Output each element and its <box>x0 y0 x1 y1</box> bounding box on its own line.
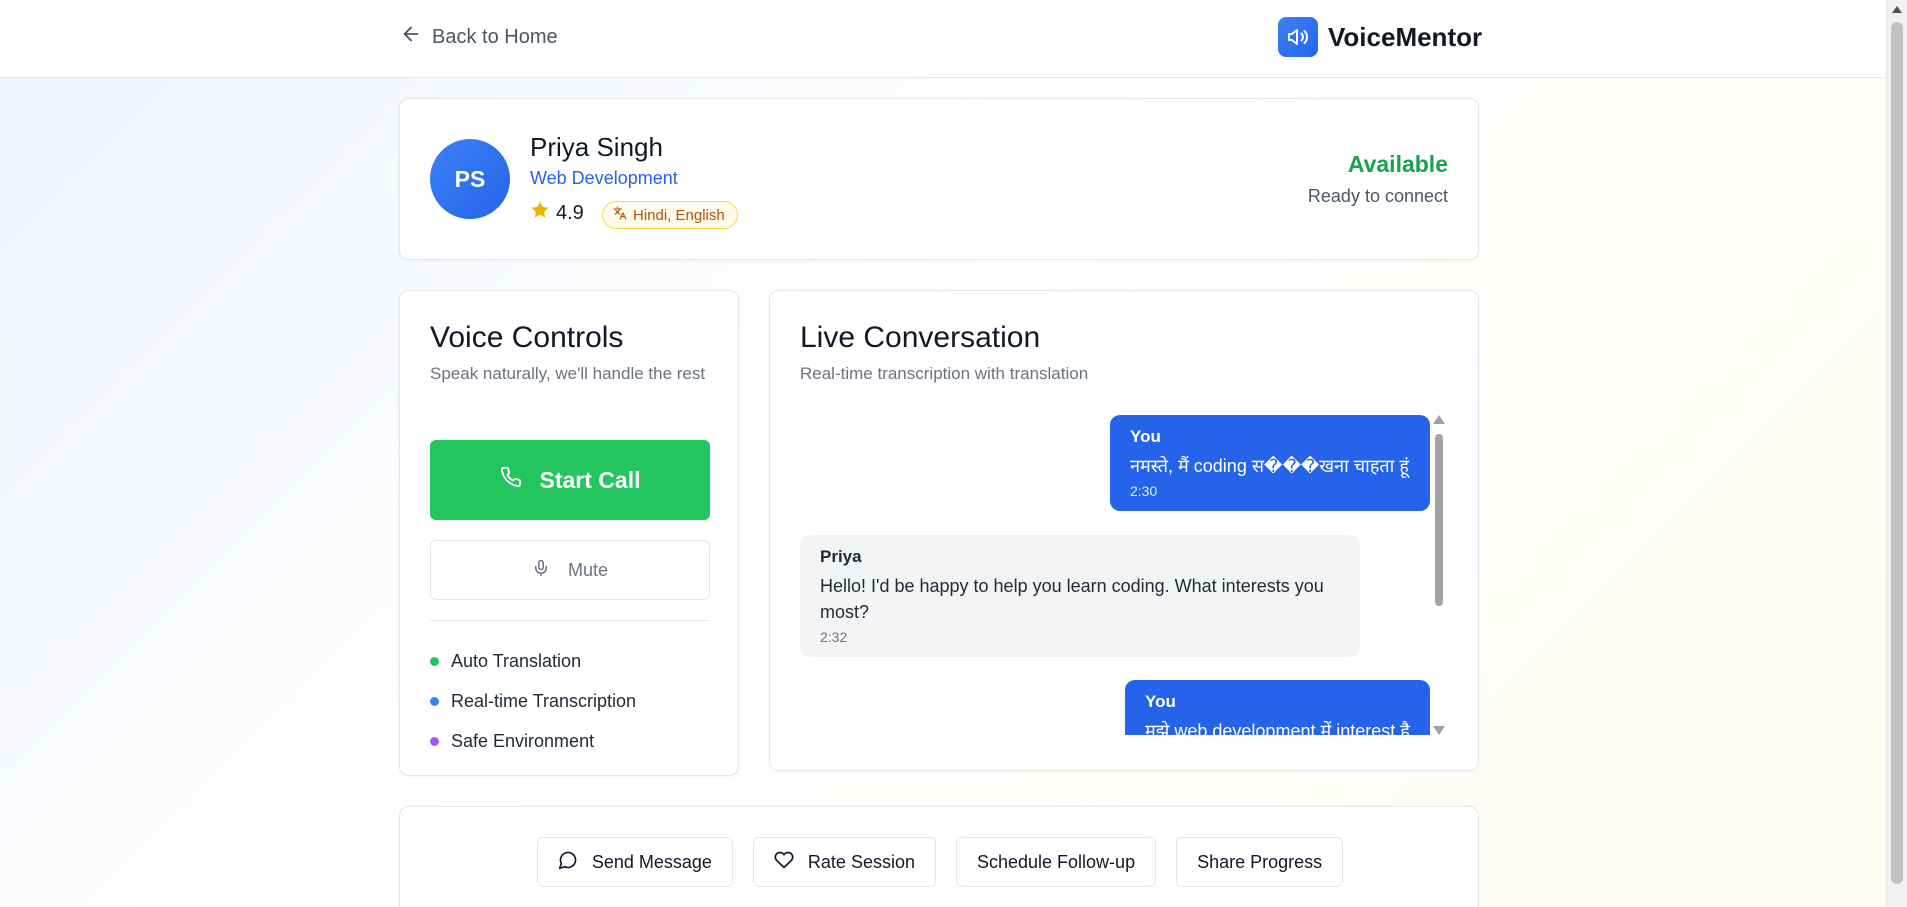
feature-item: Real-time Transcription <box>430 681 636 721</box>
start-call-button[interactable]: Start Call <box>430 440 710 520</box>
rate-session-label: Rate Session <box>807 851 915 872</box>
translate-icon <box>613 206 627 224</box>
purple-dot-icon <box>430 736 439 746</box>
voice-controls-title: Voice Controls <box>430 321 624 354</box>
scroll-up-icon[interactable] <box>1433 415 1445 424</box>
schedule-followup-button[interactable]: Schedule Follow-up <box>955 837 1157 887</box>
feature-label: Auto Translation <box>451 650 582 671</box>
scroll-down-icon[interactable] <box>1433 726 1445 735</box>
message-list[interactable]: You नमस्ते, मैं coding स���खना चाहता हूं… <box>800 415 1430 735</box>
message-sender: You <box>1130 427 1161 446</box>
start-call-label: Start Call <box>539 466 641 493</box>
message-sender: You <box>1145 692 1176 711</box>
mute-label: Mute <box>567 559 609 580</box>
live-conversation-card: Live Conversation Real-time transcriptio… <box>769 290 1479 771</box>
message-time: 2:32 <box>820 629 848 645</box>
back-link-label: Back to Home <box>432 25 558 48</box>
heart-icon <box>774 850 794 875</box>
arrow-left-icon <box>400 23 422 51</box>
rating: 4.9 <box>530 200 584 226</box>
message-text: नमस्ते, मैं coding स���खना चाहता हूं <box>1130 456 1409 476</box>
message-sender: Priya <box>820 547 862 566</box>
voice-controls-subtitle: Speak naturally, we'll handle the rest <box>430 364 706 383</box>
divider <box>430 620 710 621</box>
star-icon <box>530 200 550 226</box>
message-time: 2:30 <box>1130 483 1158 499</box>
availability-status: Available Ready to connect <box>1308 151 1448 207</box>
phone-icon <box>500 466 522 494</box>
message-bubble-you: You नमस्ते, मैं coding स���खना चाहता हूं… <box>1110 415 1430 511</box>
feature-label: Safe Environment <box>451 730 595 751</box>
rate-session-button[interactable]: Rate Session <box>752 837 936 887</box>
languages-text: Hindi, English <box>633 206 725 224</box>
feature-label: Real-time Transcription <box>451 690 637 711</box>
scroll-up-icon[interactable] <box>1892 6 1902 13</box>
rating-value: 4.9 <box>556 201 584 224</box>
share-progress-label: Share Progress <box>1197 851 1323 872</box>
microphone-icon <box>532 559 550 582</box>
languages-badge: Hindi, English <box>602 201 738 229</box>
feature-list: Auto Translation Real-time Transcription… <box>430 641 636 761</box>
mentor-profile-card: PS Priya Singh Web Development 4.9 Hindi… <box>399 98 1479 260</box>
session-actions-card: Send Message Rate Session Schedule Follo… <box>399 806 1479 907</box>
mute-button[interactable]: Mute <box>430 540 710 600</box>
share-progress-button[interactable]: Share Progress <box>1176 837 1344 887</box>
blue-dot-icon <box>430 696 439 706</box>
message-text: मुझे web development में interest है <box>1145 721 1410 735</box>
message-bubble-mentor: Priya Hello! I'd be happy to help you le… <box>800 535 1360 657</box>
message-circle-icon <box>558 850 578 875</box>
message-scrollbar[interactable] <box>1430 415 1446 735</box>
scroll-thumb[interactable] <box>1435 434 1443 606</box>
send-message-button[interactable]: Send Message <box>536 837 733 887</box>
page-scroll-thumb[interactable] <box>1891 22 1903 884</box>
green-dot-icon <box>430 656 439 666</box>
avatar: PS <box>430 139 510 219</box>
schedule-followup-label: Schedule Follow-up <box>976 851 1136 872</box>
voice-controls-card: Voice Controls Speak naturally, we'll ha… <box>399 290 739 776</box>
brand-name: VoiceMentor <box>1328 21 1483 52</box>
mentor-field: Web Development <box>530 168 678 188</box>
status-title: Available <box>1347 151 1448 177</box>
feature-item: Auto Translation <box>430 641 636 681</box>
page-scrollbar[interactable] <box>1886 0 1907 907</box>
feature-item: Safe Environment <box>430 721 636 761</box>
back-to-home-link[interactable]: Back to Home <box>400 22 558 52</box>
mentor-name: Priya Singh <box>530 132 663 162</box>
send-message-label: Send Message <box>591 851 712 872</box>
status-subtitle: Ready to connect <box>1307 186 1448 206</box>
brand[interactable]: VoiceMentor <box>1278 17 1482 57</box>
conversation-subtitle: Real-time transcription with translation <box>800 364 1089 383</box>
top-bar: Back to Home VoiceMentor <box>0 0 1886 78</box>
message-bubble-you: You मुझे web development में interest है <box>1125 680 1430 735</box>
speaker-icon <box>1278 17 1318 57</box>
message-text: Hello! I'd be happy to help you learn co… <box>820 576 1324 622</box>
conversation-title: Live Conversation <box>800 321 1041 354</box>
